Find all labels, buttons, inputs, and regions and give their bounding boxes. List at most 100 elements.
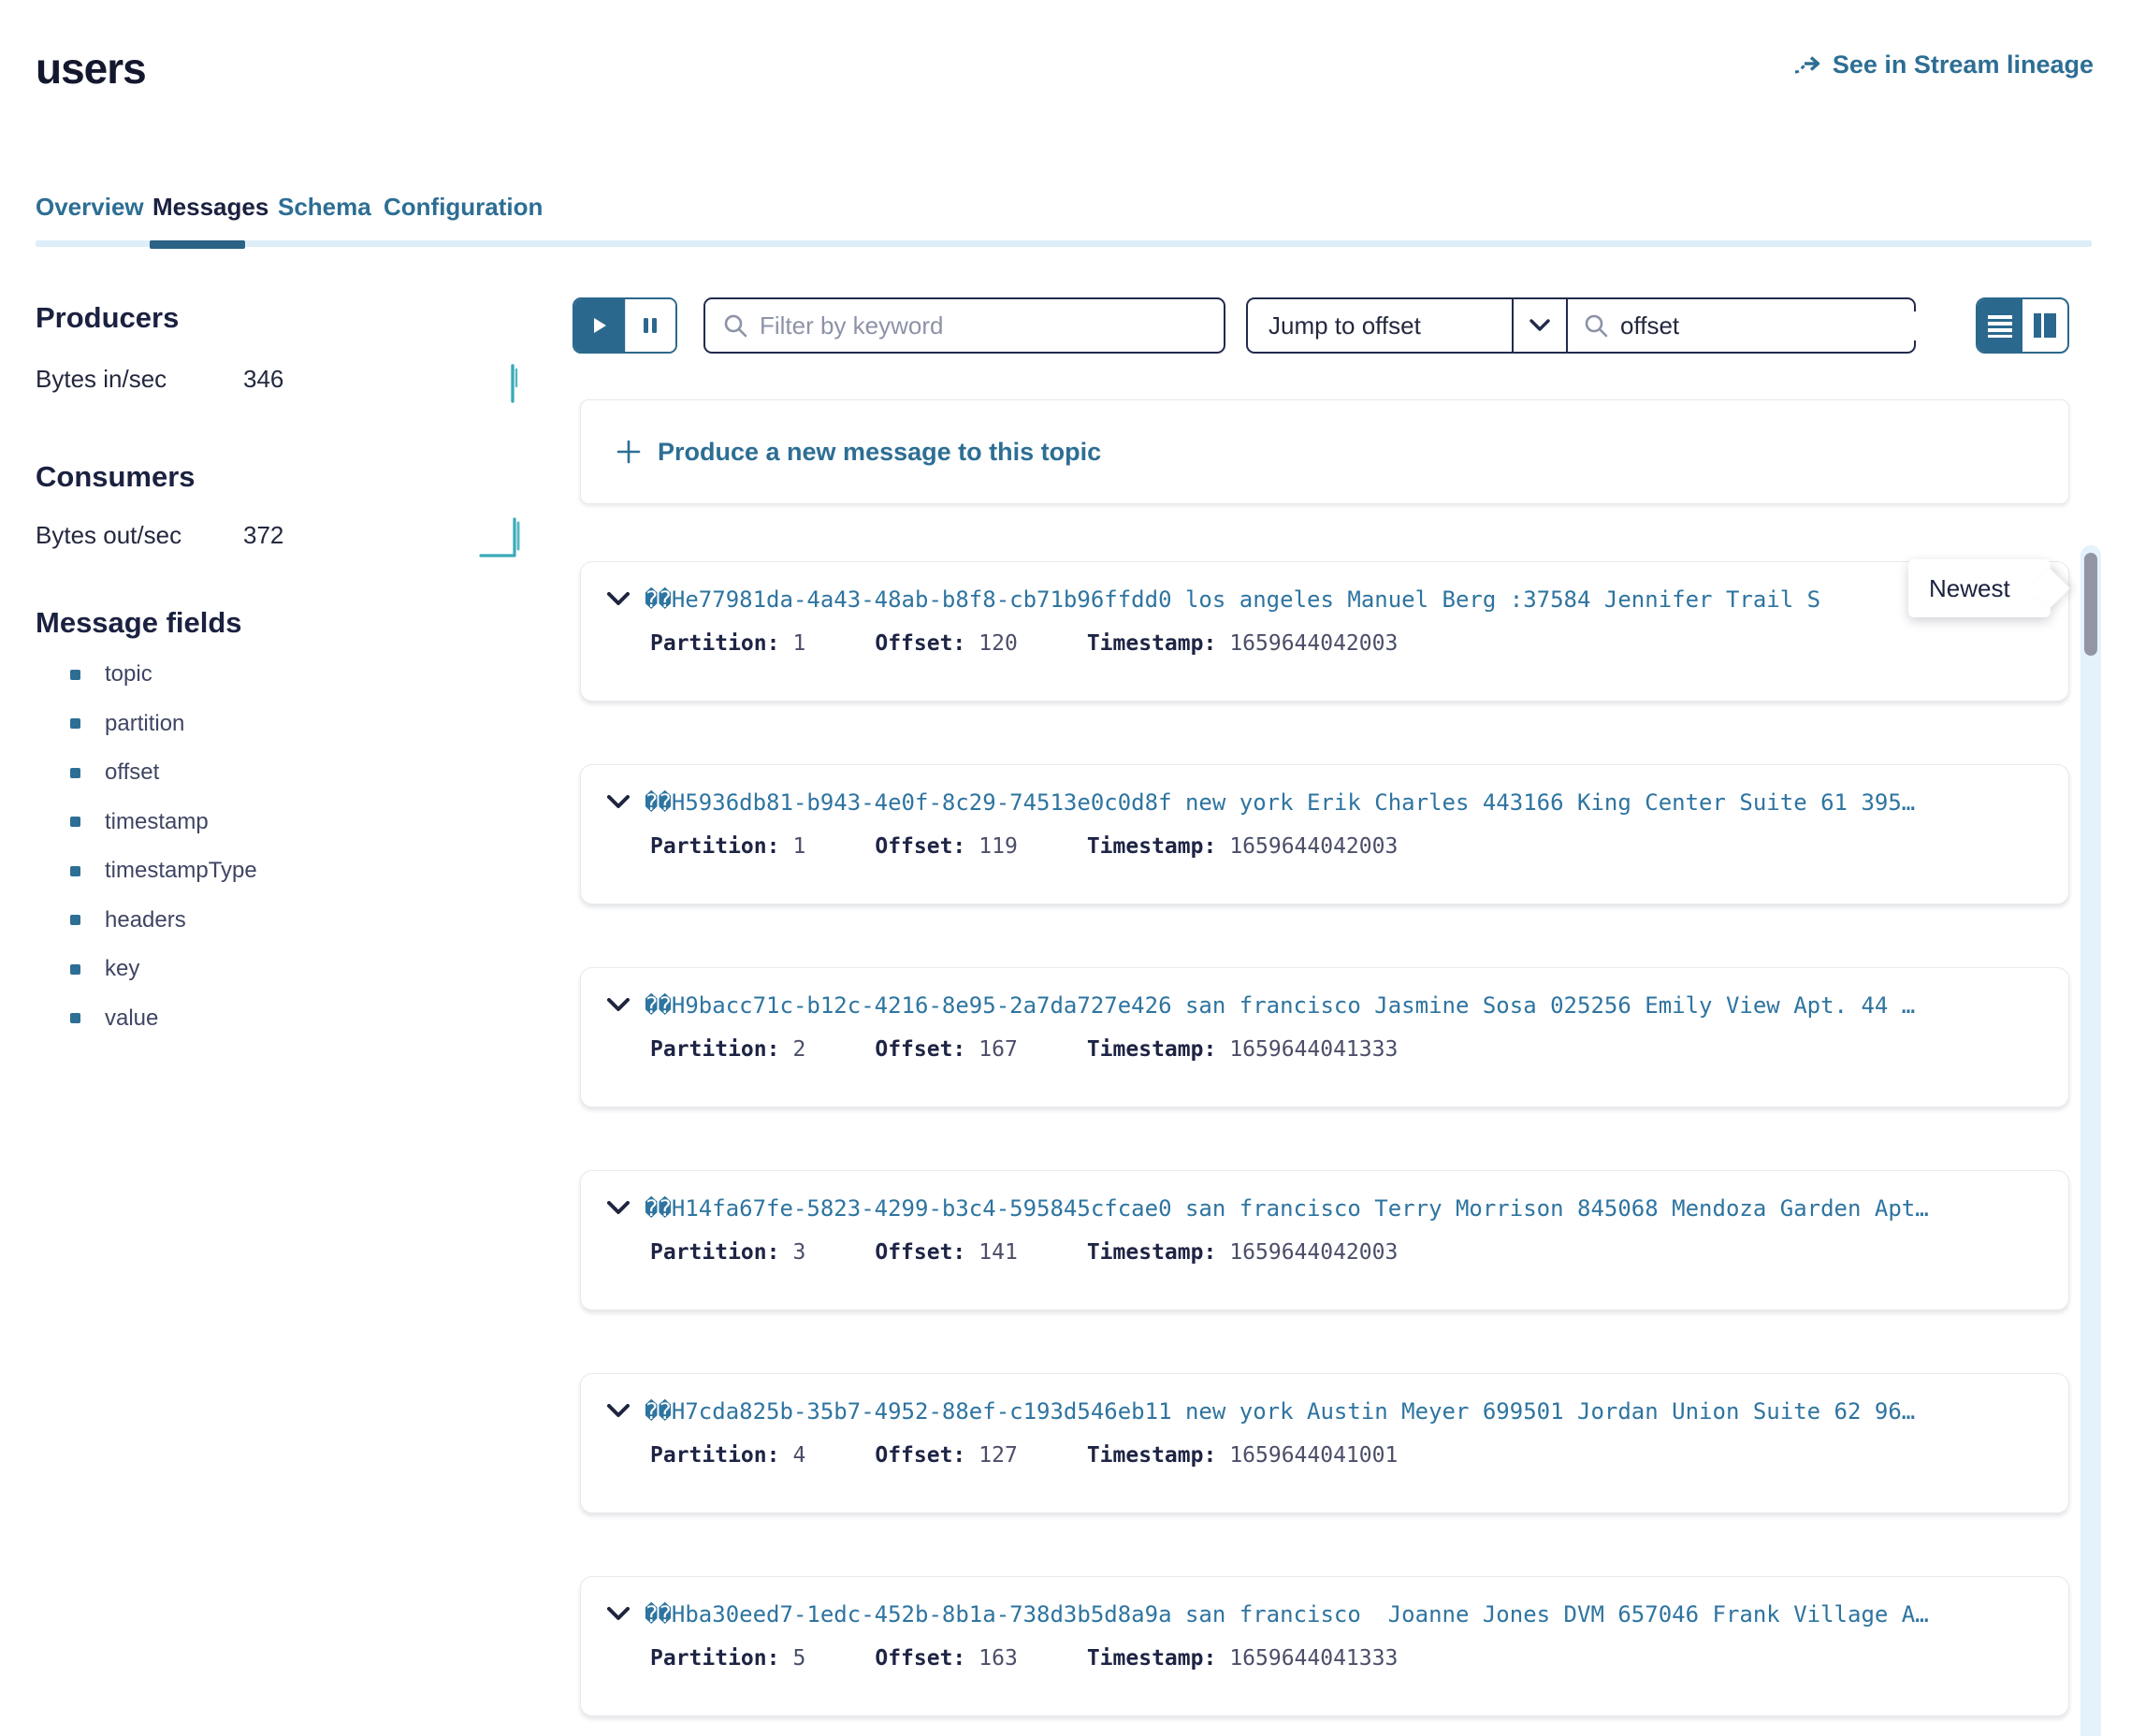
newest-tooltip-label: Newest [1929, 574, 2010, 603]
stream-lineage-link[interactable]: See in Stream lineage [1793, 51, 2094, 80]
offset-label: Offset: [875, 1240, 965, 1265]
messages-scrollbar-track[interactable] [2080, 545, 2101, 1736]
tab-overview[interactable]: Overview [36, 193, 144, 222]
replacement-char-glyph: �� [645, 1398, 672, 1425]
partition-value: 4 [792, 1443, 805, 1468]
bytes-in-sparkline [505, 361, 524, 409]
producers-heading: Producers [36, 301, 179, 335]
list-view-icon [1987, 313, 2013, 338]
jump-to-offset-value: Jump to offset [1248, 311, 1512, 340]
offset-value: 141 [979, 1240, 1018, 1265]
timestamp-value: 1659644041001 [1229, 1443, 1398, 1468]
field-item-value: value [36, 994, 257, 1044]
replacement-char-glyph: �� [645, 789, 672, 816]
offset-label: Offset: [875, 1037, 965, 1062]
play-button[interactable] [574, 299, 625, 352]
produce-new-message-label: Produce a new message to this topic [658, 438, 1101, 467]
offset-search-input[interactable] [1620, 311, 1934, 340]
expand-chevron-icon[interactable] [607, 998, 630, 1013]
column-view-icon [2033, 312, 2057, 339]
tab-active-indicator [150, 240, 245, 249]
messages-scrollbar-thumb[interactable] [2084, 553, 2097, 656]
message-key-value: H5936db81-b943-4e0f-8c29-74513e0c0d8f ne… [672, 789, 1915, 816]
play-icon [589, 314, 610, 337]
bytes-out-label: Bytes out/sec [36, 521, 181, 550]
timestamp-value: 1659644041333 [1229, 1646, 1398, 1671]
tab-configuration[interactable]: Configuration [384, 193, 543, 222]
partition-label: Partition: [650, 834, 779, 859]
offset-value: 120 [979, 631, 1018, 656]
square-bullet-icon [70, 768, 80, 778]
partition-label: Partition: [650, 1037, 779, 1062]
offset-label: Offset: [875, 1646, 965, 1671]
field-item-topic: topic [36, 650, 257, 700]
square-bullet-icon [70, 817, 80, 827]
offset-value: 167 [979, 1037, 1018, 1062]
stream-lineage-link-label: See in Stream lineage [1833, 51, 2094, 80]
expand-chevron-icon[interactable] [607, 592, 630, 607]
search-icon [722, 312, 748, 339]
chevron-down-icon[interactable] [1512, 299, 1566, 352]
partition-value: 1 [792, 834, 805, 859]
message-row: ��H5936db81-b943-4e0f-8c29-74513e0c0d8f … [580, 764, 2069, 904]
partition-value: 5 [792, 1646, 805, 1671]
page-title: users [36, 43, 146, 94]
message-key-value: H9bacc71c-b12c-4216-8e95-2a7da727e426 sa… [672, 992, 1915, 1019]
replacement-char-glyph: �� [645, 992, 672, 1019]
timestamp-value: 1659644042003 [1229, 1240, 1398, 1265]
message-key-value: Hba30eed7-1edc-452b-8b1a-738d3b5d8a9a sa… [672, 1601, 1929, 1628]
offset-value: 163 [979, 1646, 1018, 1671]
bytes-in-label: Bytes in/sec [36, 365, 167, 394]
offset-search-field [1568, 297, 1916, 354]
timestamp-label: Timestamp: [1087, 1443, 1216, 1468]
message-row: ��H7cda825b-35b7-4952-88ef-c193d546eb11 … [580, 1373, 2069, 1513]
offset-label: Offset: [875, 631, 965, 656]
replacement-char-glyph: �� [645, 586, 672, 613]
jump-to-offset-select[interactable]: Jump to offset [1246, 297, 1568, 354]
replacement-char-glyph: �� [645, 1195, 672, 1222]
timestamp-label: Timestamp: [1087, 1646, 1216, 1671]
square-bullet-icon [70, 718, 80, 729]
message-key-value: He77981da-4a43-48ab-b8f8-cb71b96ffdd0 lo… [672, 586, 1820, 613]
message-fields-list: topic partition offset timestamp timesta… [36, 650, 257, 1043]
square-bullet-icon [70, 670, 80, 680]
expand-chevron-icon[interactable] [607, 1607, 630, 1622]
produce-new-message-button[interactable]: Produce a new message to this topic [580, 399, 2069, 504]
keyword-filter-field [703, 297, 1225, 354]
partition-label: Partition: [650, 1646, 779, 1671]
expand-chevron-icon[interactable] [607, 1201, 630, 1216]
message-row: ��Hba30eed7-1edc-452b-8b1a-738d3b5d8a9a … [580, 1576, 2069, 1716]
square-bullet-icon [70, 964, 80, 975]
field-item-timestampType: timestampType [36, 846, 257, 896]
tab-messages[interactable]: Messages [152, 193, 268, 222]
message-key-value: H7cda825b-35b7-4952-88ef-c193d546eb11 ne… [672, 1398, 1915, 1425]
offset-value: 119 [979, 834, 1018, 859]
timestamp-label: Timestamp: [1087, 631, 1216, 656]
list-view-button[interactable] [1978, 299, 2022, 352]
column-view-button[interactable] [2022, 299, 2067, 352]
message-row: ��H9bacc71c-b12c-4216-8e95-2a7da727e426 … [580, 967, 2069, 1107]
partition-label: Partition: [650, 1443, 779, 1468]
expand-chevron-icon[interactable] [607, 1404, 630, 1419]
bytes-out-value: 372 [243, 521, 283, 550]
partition-value: 2 [792, 1037, 805, 1062]
timestamp-value: 1659644041333 [1229, 1037, 1398, 1062]
timestamp-label: Timestamp: [1087, 1240, 1216, 1265]
partition-label: Partition: [650, 1240, 779, 1265]
pause-button[interactable] [625, 299, 676, 352]
keyword-filter-input[interactable] [760, 311, 1207, 340]
partition-value: 3 [792, 1240, 805, 1265]
square-bullet-icon [70, 1013, 80, 1023]
field-item-timestamp: timestamp [36, 798, 257, 847]
view-mode-toggle [1976, 297, 2069, 354]
bytes-in-value: 346 [243, 365, 283, 394]
square-bullet-icon [70, 915, 80, 925]
timestamp-value: 1659644042003 [1229, 631, 1398, 656]
timestamp-label: Timestamp: [1087, 834, 1216, 859]
tab-schema[interactable]: Schema [278, 193, 371, 222]
square-bullet-icon [70, 866, 80, 876]
message-fields-heading: Message fields [36, 606, 242, 640]
timestamp-value: 1659644042003 [1229, 834, 1398, 859]
expand-chevron-icon[interactable] [607, 795, 630, 810]
bytes-out-sparkline [479, 511, 528, 564]
